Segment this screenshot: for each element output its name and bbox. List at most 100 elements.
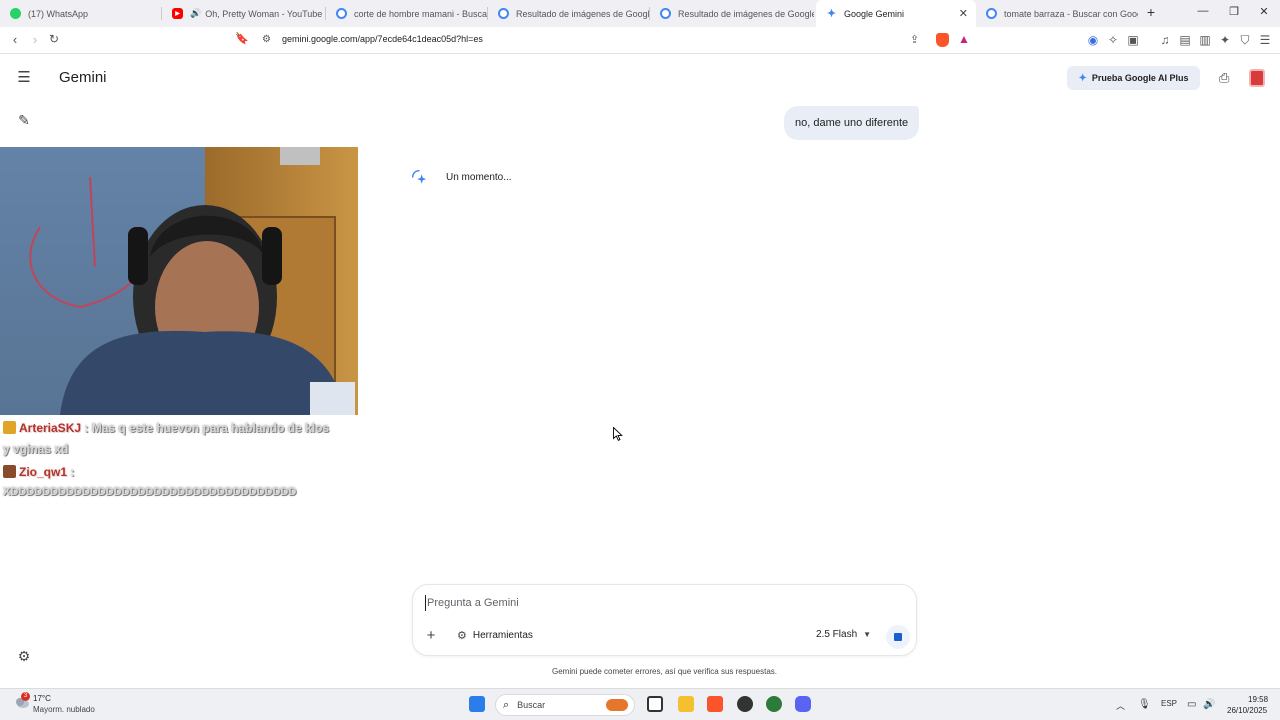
tab-label: Resultado de imágenes de Google — [678, 8, 814, 19]
chat-text: : Mas q este huevon para hablando de klo… — [84, 421, 330, 435]
audio-icon[interactable]: ◉ — [1086, 33, 1100, 47]
gemini-icon: ✦ — [826, 8, 837, 20]
sparkle-icon: ✦ — [1078, 72, 1087, 84]
site-info-icon[interactable]: ⚙ — [262, 34, 271, 45]
weather-description: Mayorm. nublado — [33, 705, 95, 714]
youtube-icon: ▶ — [172, 8, 183, 19]
search-highlight-icon — [606, 699, 628, 711]
leo-ai-icon[interactable]: ✦ — [1218, 33, 1232, 47]
disclaimer-text: Gemini puede cometer errores, así que ve… — [552, 667, 777, 676]
brave-rewards-icon[interactable]: ▲ — [958, 32, 970, 46]
maximize-button[interactable]: ❐ — [1225, 5, 1243, 18]
minimize-button[interactable]: — — [1194, 5, 1212, 17]
url-text[interactable]: gemini.google.com/app/7ecde64c1deac05d?h… — [282, 34, 483, 44]
close-tab-icon[interactable]: ✕ — [959, 7, 968, 20]
taskbar-search[interactable]: ⌕ Buscar — [495, 694, 635, 716]
volume-icon[interactable]: 🔊 — [1203, 699, 1215, 710]
mouse-cursor-icon — [613, 427, 623, 441]
discord-icon[interactable] — [795, 696, 811, 712]
brave-browser-icon[interactable] — [707, 696, 723, 712]
sliders-icon: ⚙ — [457, 630, 467, 642]
tabs-icon[interactable]: ▥ — [1198, 33, 1212, 47]
try-ai-plus-button[interactable]: ✦ Prueba Google AI Plus — [1067, 66, 1200, 90]
task-view-icon[interactable] — [647, 696, 663, 712]
temporary-chat-icon[interactable]: ⎙ — [1219, 70, 1229, 86]
sidebar-icon[interactable]: ▤ — [1178, 33, 1192, 47]
new-chat-icon[interactable]: ✎ — [14, 110, 34, 130]
microphone-icon[interactable]: 🎙 — [1138, 699, 1151, 710]
stream-chat-continuation: XDDDDDDDDDDDDDDDDDDDDDDDDDDDDDDDDDDDD — [3, 486, 297, 498]
loading-text: Un momento... — [446, 172, 512, 183]
forward-button[interactable]: › — [27, 32, 43, 47]
share-icon[interactable]: ⇪ — [910, 33, 919, 46]
brave-shields-icon[interactable] — [936, 33, 949, 47]
app-title: Gemini — [59, 69, 107, 86]
webcam-overlay — [0, 147, 358, 415]
windows-start-icon[interactable] — [469, 696, 485, 712]
chevron-down-icon: ▼ — [863, 630, 872, 639]
app-icon[interactable] — [737, 696, 753, 712]
search-icon: ⌕ — [503, 698, 510, 711]
tools-label: Herramientas — [472, 630, 533, 641]
close-window-button[interactable]: ✕ — [1255, 5, 1273, 18]
webcam-feed-image — [0, 147, 358, 415]
user-message-bubble: no, dame uno diferente — [784, 106, 920, 140]
browser-tab-strip: (17) WhatsApp ▶ 🔊 Oh, Pretty Woman - You… — [0, 0, 1280, 27]
stream-chat-message: Zio_qw1 : — [3, 465, 74, 479]
extensions-icon[interactable]: ✧ — [1106, 33, 1120, 47]
tab-label: (17) WhatsApp — [28, 8, 89, 19]
chat-text: : — [70, 465, 75, 479]
address-bar[interactable]: ⚙ gemini.google.com/app/7ecde64c1deac05d… — [254, 30, 978, 51]
tab-label: Google Gemini — [844, 8, 905, 19]
new-tab-button[interactable]: + — [1142, 4, 1160, 20]
tab-google-search[interactable]: corte de hombre mamani - Buscar c — [326, 0, 488, 27]
xbox-icon[interactable] — [766, 696, 782, 712]
google-icon — [986, 8, 997, 19]
tab-google-search-2[interactable]: tomate barraza - Buscar con Google — [976, 0, 1138, 27]
network-icon[interactable]: ▭ — [1187, 699, 1196, 710]
browser-toolbar: ‹ › ↻ 🔖 ⚙ gemini.google.com/app/7ecde64c… — [0, 27, 1280, 54]
media-icon[interactable]: ♫ — [1158, 33, 1172, 47]
bookmark-icon[interactable]: 🔖 — [234, 32, 250, 45]
add-file-button[interactable]: + — [423, 628, 439, 644]
speaker-icon: 🔊 — [190, 8, 202, 18]
tab-google-gemini[interactable]: ✦ Google Gemini ✕ — [816, 0, 976, 27]
tab-label: Oh, Pretty Woman - YouTube — [205, 8, 323, 19]
tools-button[interactable]: ⚙ Herramientas — [457, 629, 533, 642]
windows-taskbar: 3 17°C Mayorm. nublado ⌕ Buscar ︿ 🎙 ESP … — [0, 688, 1280, 720]
language-indicator[interactable]: ESP — [1161, 699, 1177, 708]
gemini-loading-icon — [411, 169, 427, 184]
tab-google-images-2[interactable]: Resultado de imágenes de Google — [650, 0, 814, 27]
menu-icon[interactable]: ☰ — [1258, 33, 1272, 47]
file-explorer-icon[interactable] — [678, 696, 694, 712]
google-icon — [660, 8, 671, 19]
chevron-up-icon[interactable]: ︿ — [1116, 699, 1125, 712]
back-button[interactable]: ‹ — [7, 32, 23, 47]
settings-gear-icon[interactable]: ⚙ — [14, 646, 34, 666]
google-icon — [498, 8, 509, 19]
tab-whatsapp[interactable]: (17) WhatsApp — [0, 0, 162, 27]
clock-date[interactable]: 26/10/2025 — [1227, 706, 1267, 715]
chat-username: Zio_qw1 — [19, 465, 68, 479]
tab-youtube[interactable]: ▶ 🔊 Oh, Pretty Woman - YouTube — [162, 0, 326, 27]
weather-badge: 3 — [21, 692, 30, 701]
reload-button[interactable]: ↻ — [46, 32, 62, 46]
user-badge-icon — [3, 465, 16, 478]
google-icon — [336, 8, 347, 19]
stop-generation-button[interactable] — [886, 625, 910, 649]
whatsapp-icon — [10, 8, 21, 19]
user-avatar[interactable] — [1249, 69, 1265, 87]
model-selector[interactable]: 2.5 Flash ▼ — [816, 629, 871, 640]
vpn-icon[interactable]: ⛉ — [1238, 33, 1252, 47]
wallet-icon[interactable]: ▣ — [1126, 33, 1140, 47]
stream-chat-continuation: y vginas xd — [3, 442, 69, 456]
user-message-text: no, dame uno diferente — [795, 117, 909, 129]
hamburger-menu-icon[interactable]: ☰ — [14, 68, 34, 88]
tab-label: corte de hombre mamani - Buscar c — [354, 8, 488, 19]
weather-widget[interactable]: 3 — [12, 692, 34, 714]
clock-time[interactable]: 19:58 — [1248, 695, 1268, 704]
user-badge-icon — [3, 421, 16, 434]
taskbar-search-label: Buscar — [517, 700, 546, 710]
prompt-input[interactable] — [425, 595, 895, 611]
tab-google-images-1[interactable]: Resultado de imágenes de Google — [488, 0, 650, 27]
